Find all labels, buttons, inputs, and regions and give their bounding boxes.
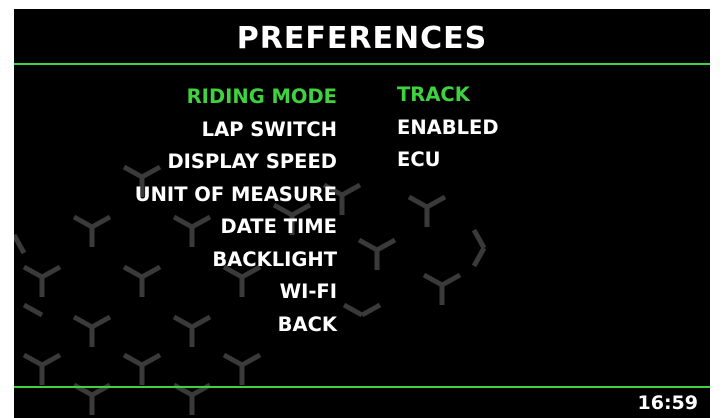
riding-mode-value: TRACK [397, 83, 470, 106]
dashboard-screen: PREFERENCES RIDING MODE LAP SWITCH DISPL… [14, 9, 710, 418]
menu-item-display-speed[interactable]: DISPLAY SPEED [14, 146, 337, 179]
menu-item-backlight[interactable]: BACKLIGHT [14, 244, 337, 277]
menu-item-riding-mode[interactable]: RIDING MODE [14, 81, 337, 114]
status-divider [14, 386, 710, 388]
menu-item-unit-of-measure[interactable]: UNIT OF MEASURE [14, 179, 337, 212]
menu-item-back[interactable]: BACK [14, 309, 337, 342]
title-divider [14, 63, 710, 65]
preferences-menu: RIDING MODE LAP SWITCH DISPLAY SPEED UNI… [14, 81, 337, 341]
menu-item-lap-switch[interactable]: LAP SWITCH [14, 114, 337, 147]
display-speed-value: ECU [397, 148, 441, 171]
preference-values: TRACK ENABLED ECU [397, 79, 697, 177]
menu-item-date-time[interactable]: DATE TIME [14, 211, 337, 244]
lap-switch-value: ENABLED [397, 115, 499, 139]
page-title: PREFERENCES [236, 21, 488, 56]
clock: 16:59 [637, 392, 698, 414]
title-bar: PREFERENCES [14, 9, 710, 64]
menu-item-wifi[interactable]: WI-FI [14, 276, 337, 309]
